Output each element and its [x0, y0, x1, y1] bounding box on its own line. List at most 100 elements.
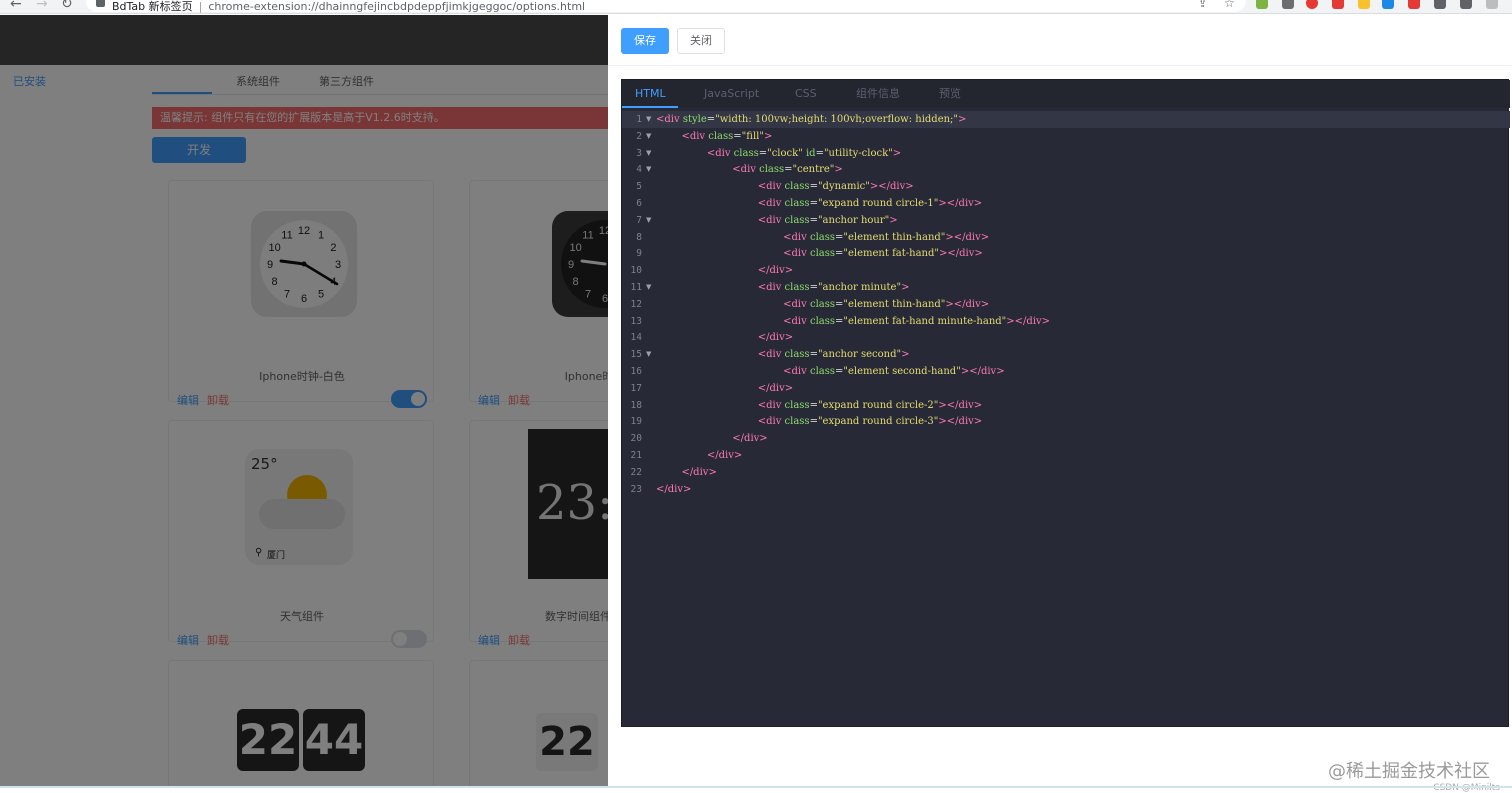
active-tab-indicator — [622, 106, 678, 108]
extension-icon[interactable] — [1306, 0, 1318, 9]
code-text: <div class="centre"> — [732, 164, 843, 176]
code-text: <div class="expand round circle-2"></div… — [757, 399, 983, 411]
code-line[interactable]: 22 </div> — [622, 464, 1510, 481]
drawer-divider — [608, 65, 1512, 66]
line-number: 12 — [630, 298, 642, 310]
tab-title: BdTab 新标签页 — [112, 0, 193, 13]
close-button[interactable]: 关闭 — [677, 28, 725, 54]
line-number: 11 — [630, 282, 642, 293]
browser-toolbar: ← → ↻ BdTab 新标签页 | chrome-extension://dhai… — [0, 0, 1512, 14]
reload-icon[interactable]: ↻ — [61, 0, 73, 12]
code-line[interactable]: 12 <div class="element thin-hand"></div> — [622, 296, 1510, 313]
fold-arrow-icon[interactable]: ▼ — [646, 111, 651, 128]
fold-arrow-icon[interactable]: ▼ — [646, 145, 651, 162]
code-text: <div class="clock" id="utility-clock"> — [706, 147, 902, 159]
share-icon[interactable]: ⇪ — [1198, 0, 1207, 10]
watermark: @稀土掘金技术社区 — [1328, 761, 1490, 782]
profile-icon[interactable] — [1486, 0, 1498, 9]
code-text: </div> — [732, 433, 768, 445]
code-text: <div class="expand round circle-3"></div… — [757, 416, 983, 428]
code-line[interactable]: 15 ▼ <div class="anchor second"> — [622, 346, 1510, 363]
line-number: 4 — [636, 164, 642, 176]
code-text: <div class="element second-hand"></div> — [783, 366, 1005, 377]
code-line[interactable]: 2 ▼ <div class="fill"> — [622, 128, 1510, 145]
tab-preview[interactable]: 预览 — [939, 80, 961, 108]
line-number: 13 — [630, 315, 642, 327]
code-text: </div> — [757, 265, 794, 277]
line-number: 21 — [630, 450, 642, 461]
code-line[interactable]: 7 ▼ <div class="anchor hour"> — [622, 212, 1510, 229]
code-line[interactable]: 6 <div class="expand round circle-1"></d… — [622, 195, 1510, 212]
line-number: 10 — [630, 265, 642, 277]
code-text: <div class="fill"> — [681, 130, 773, 142]
code-text: <div class="dynamic"></div> — [757, 181, 914, 193]
bookmark-star-icon[interactable]: ☆ — [1224, 0, 1235, 10]
code-line[interactable]: 20 </div> — [622, 430, 1510, 447]
extension-icon[interactable] — [1382, 0, 1394, 9]
url-text: chrome-extension://dhainngfejincbdpdeppf… — [208, 0, 586, 13]
extension-icon[interactable] — [1358, 0, 1370, 9]
tab-css[interactable]: CSS — [795, 80, 817, 108]
code-line[interactable]: 17 </div> — [622, 380, 1510, 397]
code-text: <div class="expand round circle-1"></div… — [757, 198, 983, 209]
back-arrow-icon[interactable]: ← — [10, 0, 22, 12]
code-text: </div> — [681, 466, 717, 478]
code-text: <div class="element thin-hand"></div> — [783, 231, 990, 243]
code-text: <div class="element fat-hand minute-hand… — [783, 315, 1051, 327]
line-number: 1 — [636, 114, 642, 125]
side-panel-icon[interactable] — [1460, 0, 1472, 9]
code-text: </div> — [706, 450, 743, 461]
editor-tabs: HTML JavaScript CSS 组件信息 预览 — [622, 80, 1510, 108]
line-number: 6 — [636, 198, 642, 209]
tab-component-info[interactable]: 组件信息 — [856, 80, 900, 108]
line-number: 23 — [630, 483, 642, 495]
code-line[interactable]: 9 <div class="element fat-hand"></div> — [622, 245, 1510, 262]
modal-overlay[interactable] — [0, 15, 608, 788]
line-number: 2 — [636, 130, 642, 142]
extension-icon[interactable] — [1256, 0, 1268, 9]
adblock-icon[interactable] — [1332, 0, 1344, 9]
code-line[interactable]: 16 <div class="element second-hand"></di… — [622, 363, 1510, 380]
extension-puzzle-icon — [96, 0, 105, 7]
code-text: </div> — [757, 382, 794, 394]
code-line[interactable]: 13 <div class="element fat-hand minute-h… — [622, 313, 1510, 330]
code-text: <div class="element thin-hand"></div> — [783, 298, 990, 310]
tab-html[interactable]: HTML — [635, 80, 666, 108]
line-number: 18 — [630, 399, 642, 411]
code-line[interactable]: 4 ▼ <div class="centre"> — [622, 161, 1510, 178]
code-line[interactable]: 21 </div> — [622, 447, 1510, 464]
fold-arrow-icon[interactable]: ▼ — [646, 279, 651, 296]
fold-arrow-icon[interactable]: ▼ — [646, 212, 651, 229]
fold-arrow-icon[interactable]: ▼ — [646, 346, 651, 363]
component-editor-drawer: 保存 关闭 HTML JavaScript CSS 组件信息 预览 1 ▼ <div… — [608, 15, 1512, 793]
forward-arrow-icon[interactable]: → — [36, 0, 48, 12]
code-line[interactable]: 3 ▼ <div class="clock" id="utility-clock"… — [622, 145, 1510, 162]
fold-arrow-icon[interactable]: ▼ — [646, 128, 651, 145]
line-number: 9 — [636, 248, 642, 260]
tab-javascript[interactable]: JavaScript — [704, 80, 759, 108]
address-bar[interactable]: BdTab 新标签页 | chrome-extension://dhainngfej… — [86, 0, 1246, 13]
line-number: 8 — [636, 231, 642, 243]
code-line[interactable]: 23 </div> — [622, 481, 1510, 498]
code-line[interactable]: 19 <div class="expand round circle-3"></… — [622, 413, 1510, 430]
code-text: <div style="width: 100vw;height: 100vh;o… — [656, 114, 967, 125]
line-number: 22 — [630, 466, 642, 478]
code-line[interactable]: 5 <div class="dynamic"></div> — [622, 178, 1510, 195]
code-line[interactable]: 14 </div> — [622, 329, 1510, 346]
code-line[interactable]: 10 </div> — [622, 262, 1510, 279]
extension-icon[interactable] — [1282, 0, 1294, 9]
code-line[interactable]: 11 ▼ <div class="anchor minute"> — [622, 279, 1510, 296]
code-line[interactable]: 1 ▼ <div style="width: 100vw;height: 100vh… — [622, 111, 1510, 128]
code-text: </div> — [757, 332, 794, 344]
line-number: 15 — [630, 349, 642, 361]
save-button[interactable]: 保存 — [621, 28, 669, 54]
code-line[interactable]: 18 <div class="expand round circle-2"></… — [622, 397, 1510, 414]
code-editor-panel: HTML JavaScript CSS 组件信息 预览 1 ▼ <div style… — [621, 79, 1510, 727]
extension-icon[interactable] — [1408, 0, 1420, 9]
fold-arrow-icon[interactable]: ▼ — [646, 161, 651, 178]
code-line[interactable]: 8 <div class="element thin-hand"></div> — [622, 229, 1510, 246]
extensions-menu-icon[interactable] — [1434, 0, 1446, 9]
code-text: <div class="anchor minute"> — [757, 282, 910, 293]
line-number: 20 — [630, 433, 642, 445]
line-number: 5 — [636, 181, 642, 193]
